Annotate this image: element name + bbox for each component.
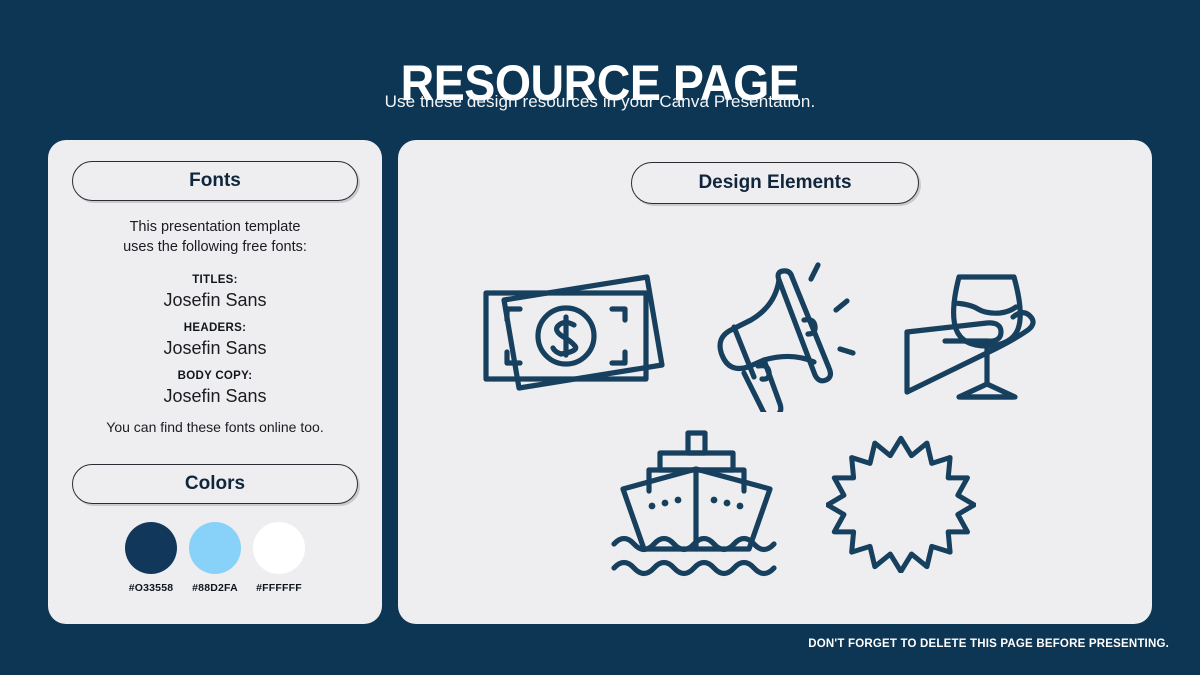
design-elements-heading-pill: Design Elements [631,162,919,204]
design-elements-heading-label: Design Elements [698,172,852,193]
font-role-label: BODY COPY: [177,370,253,382]
fonts-intro-line-1: This presentation template [129,219,301,235]
font-group-headers: HEADERS: Josefin Sans [72,322,358,359]
design-elements-panel: Design Elements [398,140,1152,624]
color-swatch-item: #FFFFFF [250,522,308,594]
delete-page-reminder: DON'T FORGET TO DELETE THIS PAGE BEFORE … [808,638,1169,650]
color-hex-label: #88D2FA [192,582,238,594]
fonts-intro-line-2: uses the following free fonts: [123,238,307,255]
font-role-label: TITLES: [192,274,238,286]
megaphone-icon [704,254,874,414]
money-icon [474,260,674,410]
font-family-name: Josefin Sans [163,385,267,406]
color-swatch-dot [253,522,305,574]
color-swatch-item: #O33558 [122,522,180,594]
font-family-name: Josefin Sans [163,337,267,358]
cruise-ship-icon [606,426,786,578]
design-elements-grid [456,248,1096,578]
page-subtitle: Use these design resources in your Canva… [384,92,816,111]
font-group-titles: TITLES: Josefin Sans [72,274,358,311]
starburst-badge-icon [821,430,981,575]
colors-heading-pill: Colors [72,464,358,504]
colors-heading-label: Colors [184,473,246,494]
fonts-online-note: You can find these fonts online too. [106,419,324,435]
fonts-colors-panel: Fonts This presentation template uses th… [48,140,382,624]
fonts-heading-label: Fonts [189,170,241,191]
color-swatch-row: #O33558 #88D2FA #FFFFFF [72,522,358,594]
fonts-heading-pill: Fonts [72,161,358,201]
color-hex-label: #O33558 [128,582,174,594]
color-swatch-dot [125,522,177,574]
font-group-body-copy: BODY COPY: Josefin Sans [72,370,358,407]
wine-glass-icon [896,260,1056,410]
font-family-name: Josefin Sans [163,289,267,310]
color-hex-label: #FFFFFF [256,582,302,594]
color-swatch-dot [189,522,241,574]
color-swatch-item: #88D2FA [186,522,244,594]
font-role-label: HEADERS: [183,322,247,334]
resource-page-slide: RESOURCE PAGE Use these design resources… [0,0,1200,675]
fonts-intro: This presentation template uses the foll… [72,218,358,257]
